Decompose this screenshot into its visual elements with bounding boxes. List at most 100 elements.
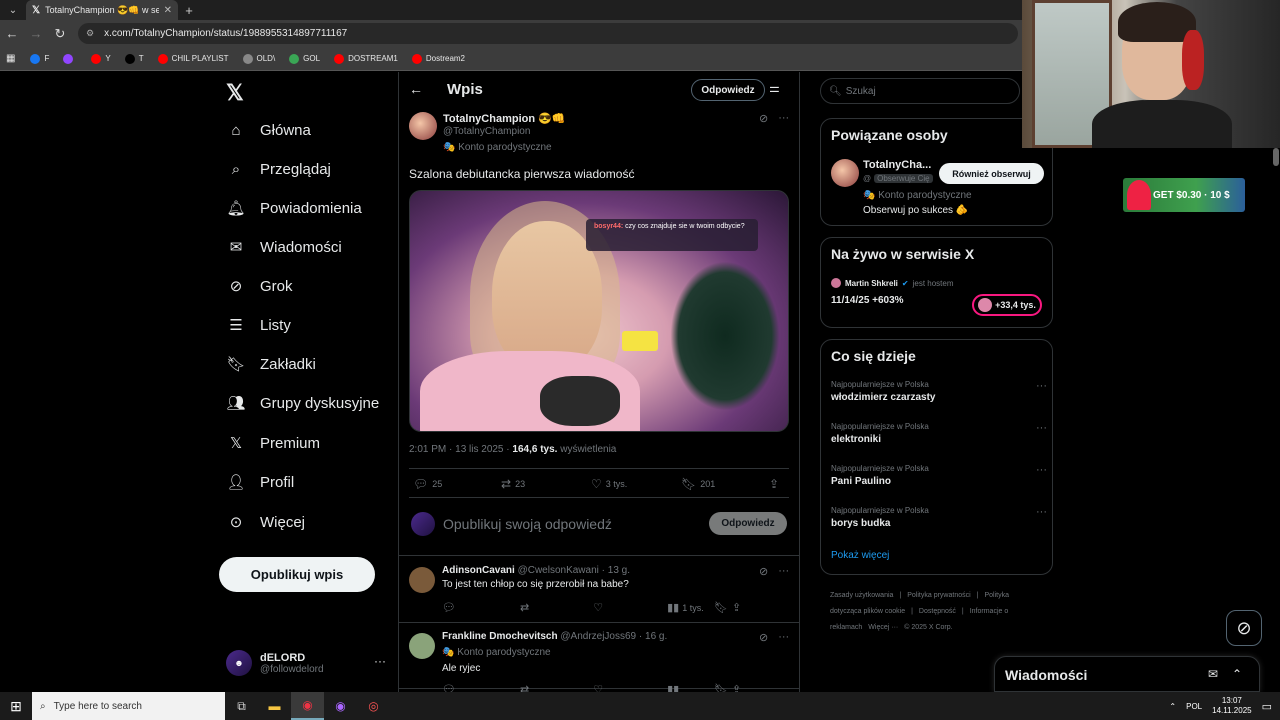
sidebar-item-2[interactable]: ⌕ Przeglądaj — [226, 151, 331, 187]
share-icon[interactable]: ⇪ — [732, 683, 741, 692]
show-more-link[interactable]: Pokaż więcej — [831, 550, 889, 561]
repost-icon[interactable]: ⇄ — [520, 684, 529, 692]
tweet-media-image[interactable]: bosyr44: czy cos znajduje sie w twoim od… — [409, 190, 789, 432]
like-action[interactable]: ♡ 3 tys. — [591, 477, 627, 491]
views-icon[interactable]: ▮▮ — [667, 602, 679, 614]
file-explorer-icon[interactable]: ▬ — [258, 692, 291, 720]
sidebar-item-3[interactable]: 🔔︎ Powiadomienia — [226, 190, 361, 226]
reply-author-name[interactable]: AdinsonCavani — [442, 565, 515, 576]
grok-icon[interactable]: ⊘ — [759, 565, 768, 578]
sidebar-item-9[interactable]: 𝕏 Premium — [226, 425, 320, 461]
address-bar[interactable]: ⚙ x.com/TotalnyChampion/status/198895531… — [78, 23, 1018, 44]
tweet-time[interactable]: 2:01 PM · 13 lis 2025 · — [409, 444, 512, 455]
tab-search-button[interactable]: ⌄ — [0, 0, 26, 20]
more-icon[interactable]: ··· — [1036, 506, 1047, 518]
language-indicator[interactable]: POL — [1186, 702, 1202, 711]
chrome-icon[interactable]: ◉ — [291, 692, 324, 720]
site-info-icon[interactable]: ⚙ — [86, 28, 94, 39]
views-icon[interactable]: ▮▮ — [667, 684, 679, 692]
footer-link[interactable]: Więcej ··· — [868, 624, 898, 631]
more-icon[interactable]: ··· — [778, 565, 789, 578]
trend-item[interactable]: Najpopularniejsze w Polska elektroniki ··· — [831, 422, 1047, 445]
footer-link[interactable]: Polityka prywatności — [907, 592, 970, 599]
sidebar-item-10[interactable]: 👤︎ Profil — [226, 464, 294, 500]
reply-author-handle[interactable]: @CwelsonKawani · 13 g. — [518, 565, 630, 576]
grok-icon[interactable]: ⊘ — [759, 112, 768, 125]
heart-icon[interactable]: ♡ — [593, 602, 603, 614]
avatar[interactable] — [409, 633, 435, 659]
trend-item[interactable]: Najpopularniejsze w Polska Pani Paulino ··… — [831, 464, 1047, 487]
windows-start-icon[interactable]: ⊞ — [0, 692, 32, 720]
reply-icon[interactable]: 💬︎ — [442, 684, 456, 692]
bookmark-action[interactable]: 🔖︎ 201 — [681, 477, 715, 491]
repost-action[interactable]: ⇄ 23 — [501, 477, 525, 491]
reply-item[interactable]: AdinsonCavani @CwelsonKawani · 13 g. To j… — [399, 557, 799, 623]
footer-link[interactable]: Dostępność — [919, 608, 956, 615]
bookmark-item[interactable]: F — [25, 53, 54, 64]
ad-banner[interactable]: GET $0.30 · 10 $ — [1123, 178, 1245, 212]
bookmark-icon[interactable]: 🔖︎ — [714, 601, 728, 614]
back-arrow-icon[interactable]: ← — [409, 81, 423, 97]
bookmark-item[interactable]: GOL — [284, 53, 325, 64]
sidebar-item-8[interactable]: 👥︎ Grupy dyskusyjne — [226, 385, 379, 421]
share-action[interactable]: ⇪ — [769, 477, 779, 491]
avatar[interactable] — [409, 567, 435, 593]
bookmark-item[interactable]: OLD\ — [238, 53, 281, 64]
more-icon[interactable]: ··· — [1036, 380, 1047, 392]
sidebar-item-1[interactable]: ⌂ Główna — [226, 112, 310, 148]
bookmark-item[interactable]: DOSTREAM1 — [329, 53, 403, 64]
forward-icon[interactable]: → — [24, 26, 48, 41]
more-icon[interactable]: ··· — [778, 112, 789, 125]
related-name[interactable]: TotalnyCha... — [863, 159, 931, 171]
taskbar-search[interactable]: ⌕ Type here to search — [32, 692, 225, 720]
author-handle[interactable]: @TotalnyChampion — [443, 126, 530, 137]
footer-link[interactable]: © 2025 X Corp. — [904, 624, 952, 631]
reply-submit-button[interactable]: Odpowiedz — [709, 512, 787, 535]
grok-icon[interactable]: ⊘ — [759, 631, 768, 644]
bookmark-item[interactable]: T — [120, 53, 149, 64]
author-name[interactable]: TotalnyChampion 😎👊 — [443, 112, 566, 125]
trend-item[interactable]: Najpopularniejsze w Polska włodzimierz cz… — [831, 380, 1047, 403]
reply-header-button[interactable]: Odpowiedz — [691, 79, 765, 101]
sidebar-item-4[interactable]: ✉ Wiadomości — [226, 229, 342, 265]
author-avatar[interactable] — [409, 112, 437, 140]
notification-icon[interactable]: ▭ — [1262, 700, 1272, 713]
bookmark-item[interactable] — [58, 53, 82, 64]
close-tab-icon[interactable]: ✕ — [164, 5, 172, 16]
reply-item[interactable]: Frankline Dmochevitsch @AndrzejJoss69 · … — [399, 623, 799, 692]
more-icon[interactable]: ··· — [374, 654, 386, 668]
heart-icon[interactable]: ♡ — [593, 684, 603, 692]
avatar[interactable] — [831, 159, 859, 187]
more-icon[interactable]: ··· — [1036, 464, 1047, 476]
messages-drawer[interactable]: Wiadomości ✉ ⌃ — [994, 656, 1260, 692]
apps-icon[interactable]: ▦ — [6, 53, 15, 64]
trend-item[interactable]: Najpopularniejsze w Polska borys budka ··· — [831, 506, 1047, 529]
bookmark-item[interactable]: CHIL PLAYLIST — [153, 53, 234, 64]
search-input[interactable]: 🔍︎ Szukaj — [820, 78, 1020, 104]
browser-tab[interactable]: 𝕏 TotalnyChampion 😎👊 w serw ✕ — [26, 0, 178, 20]
repost-icon[interactable]: ⇄ — [520, 602, 529, 614]
bookmark-item[interactable]: Dostream2 — [407, 53, 470, 64]
account-switcher[interactable]: ☻ dELORD @followdelord ··· — [226, 646, 386, 680]
x-logo-icon[interactable]: 𝕏 — [226, 80, 244, 106]
reply-author-name[interactable]: Frankline Dmochevitsch — [442, 631, 558, 642]
post-button[interactable]: Opublikuj wpis — [219, 557, 375, 592]
live-host[interactable]: Martin Shkreli ✔ jest hostem — [831, 278, 954, 288]
sliders-icon[interactable]: ⚌ — [769, 81, 780, 95]
follow-back-button[interactable]: Również obserwuj — [939, 163, 1044, 184]
app-icon[interactable]: ◉ — [324, 692, 357, 720]
chevron-up-icon[interactable]: ⌃ — [1169, 702, 1176, 711]
live-listeners-pill[interactable]: +33,4 tys. — [972, 294, 1042, 316]
live-space-title[interactable]: 11/14/25 +603% — [831, 295, 904, 306]
sidebar-item-5[interactable]: ⊘ Grok — [226, 268, 293, 304]
reply-author-handle[interactable]: @AndrzejJoss69 · 16 g. — [560, 631, 667, 642]
app-icon[interactable]: ◎ — [357, 692, 390, 720]
more-icon[interactable]: ··· — [1036, 422, 1047, 434]
sidebar-item-7[interactable]: 🔖︎ Zakładki — [226, 346, 315, 382]
bookmark-icon[interactable]: 🔖︎ — [714, 683, 728, 692]
new-message-icon[interactable]: ✉ — [1208, 667, 1218, 681]
reply-input[interactable]: Opublikuj swoją odpowiedź — [443, 516, 612, 532]
reload-icon[interactable]: ↻ — [48, 26, 72, 42]
share-icon[interactable]: ⇪ — [732, 601, 741, 614]
new-tab-button[interactable]: + — [178, 3, 200, 18]
